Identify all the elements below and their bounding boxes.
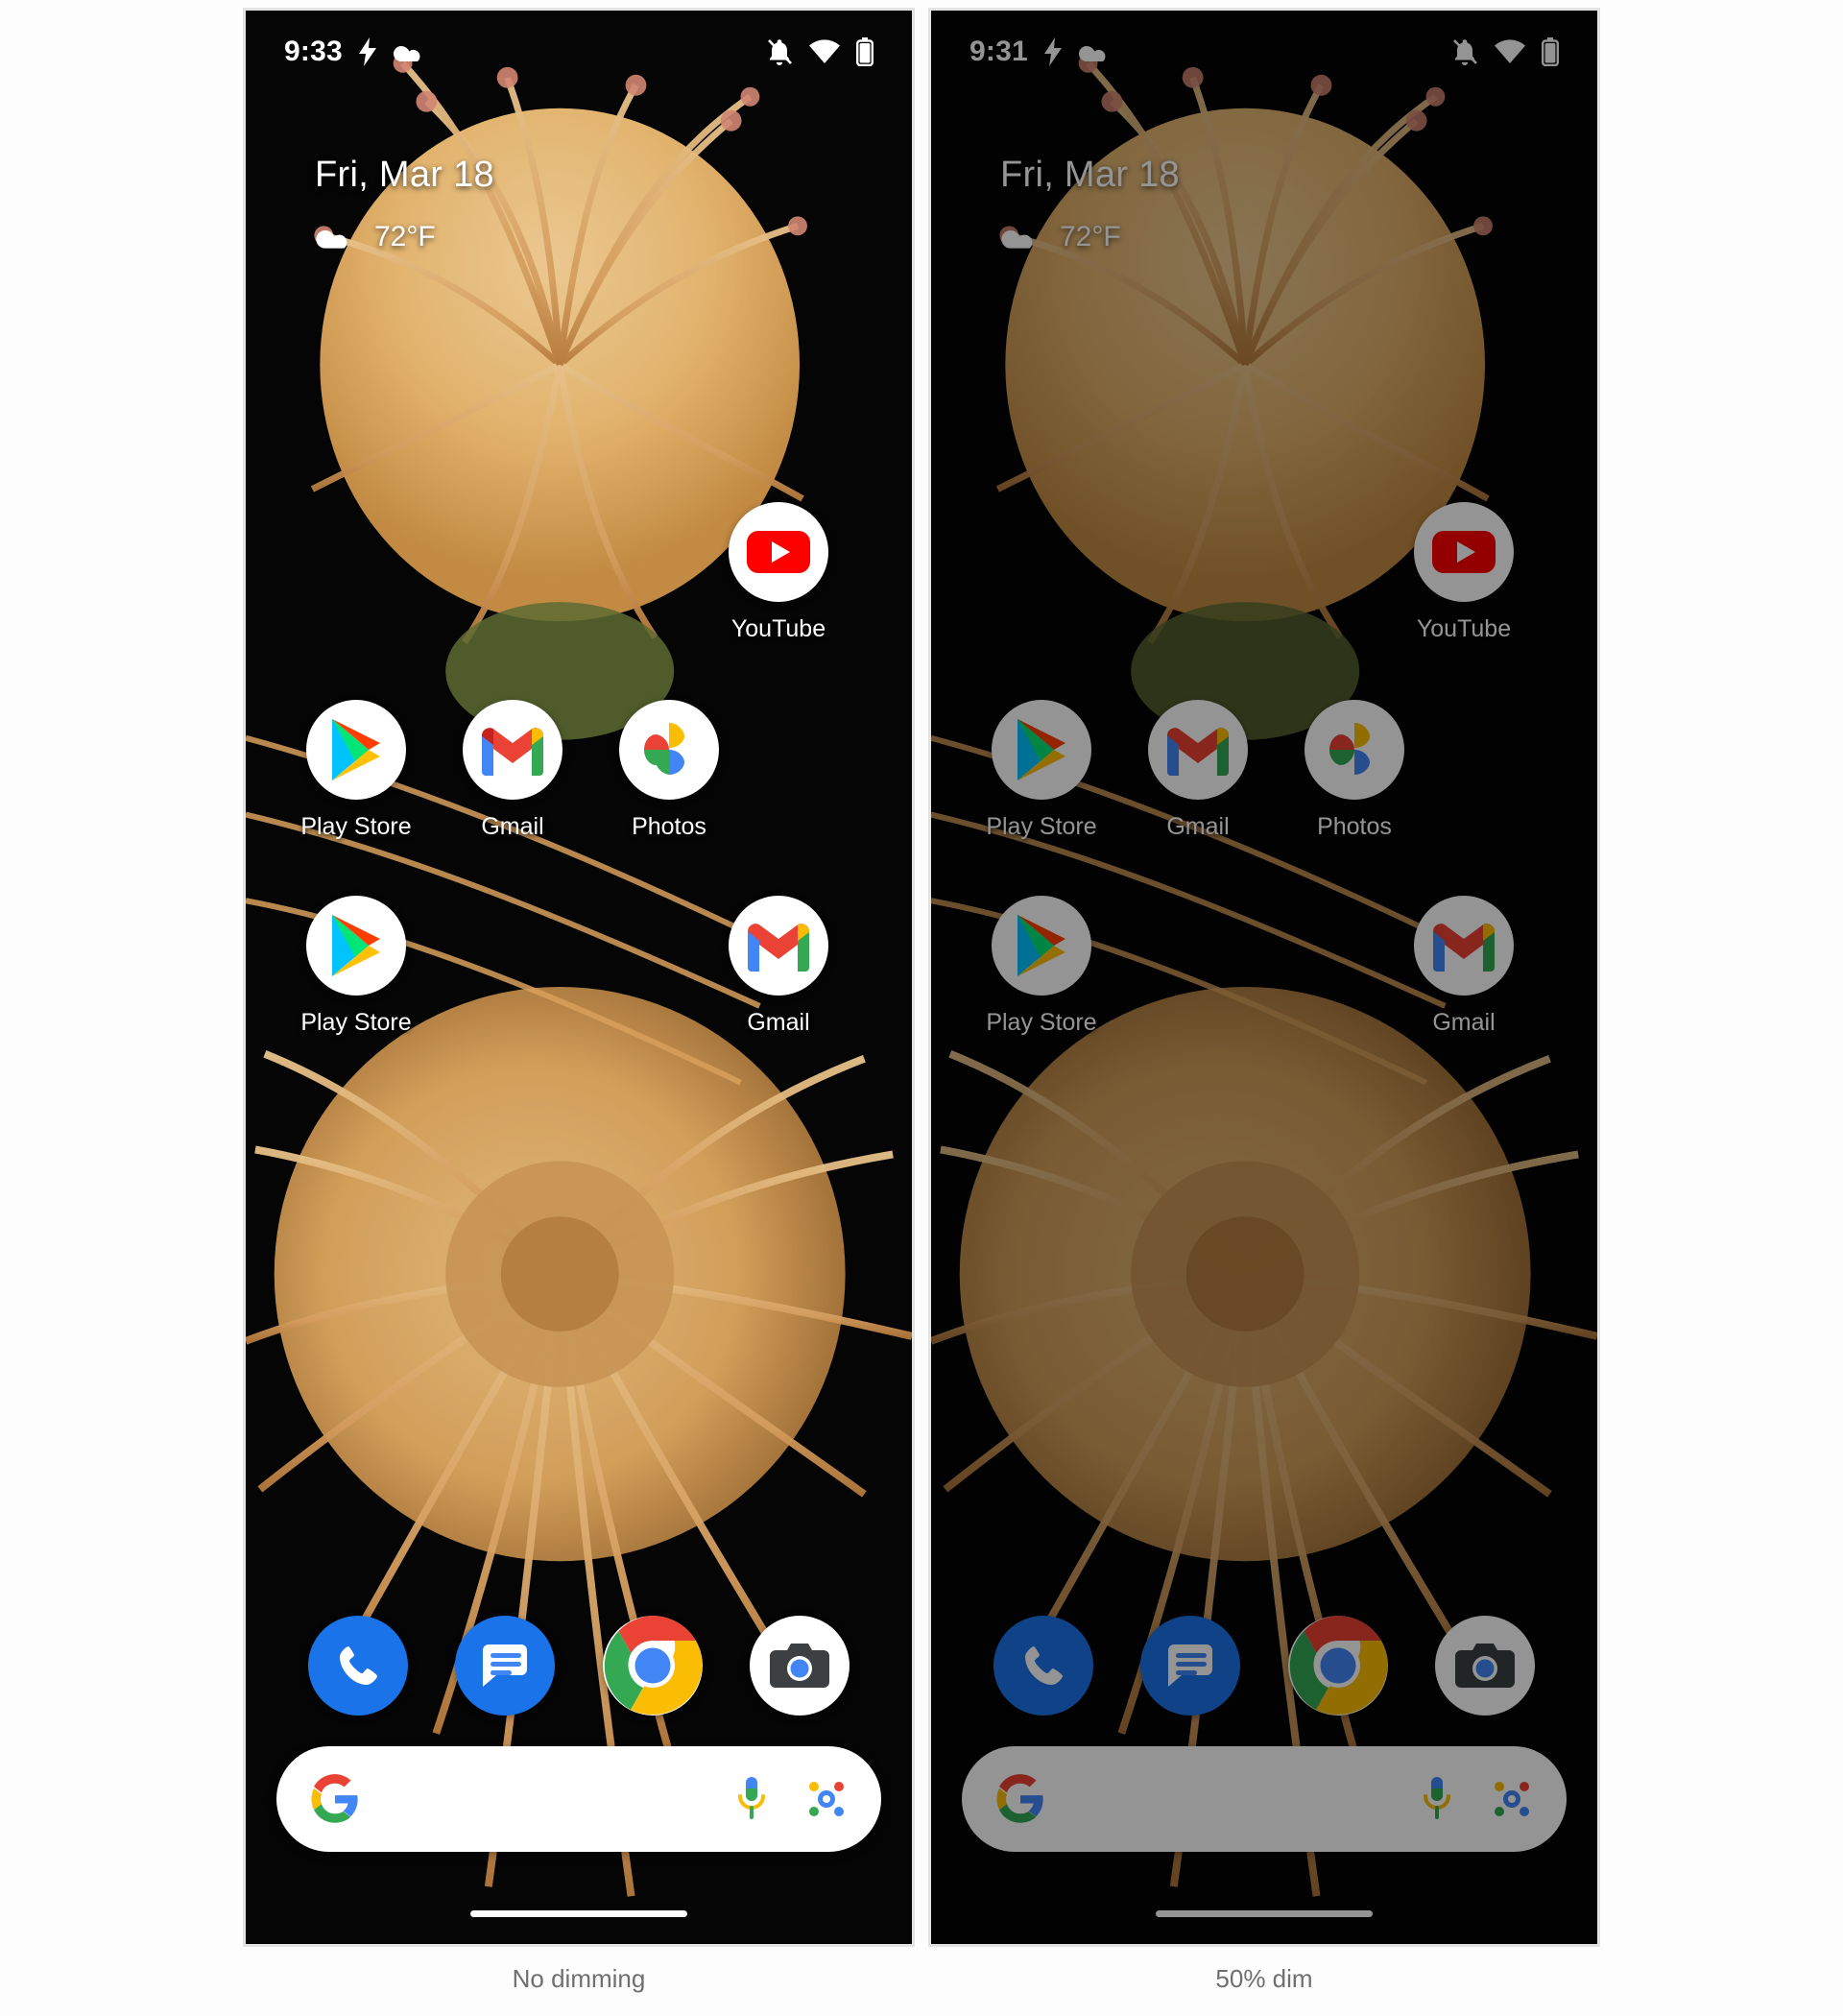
play-store-icon-wrap	[306, 700, 406, 800]
play-store-icon	[1017, 719, 1065, 780]
play-store-icon-wrap	[992, 896, 1091, 996]
panel-caption: No dimming	[512, 1964, 646, 1993]
youtube-icon-wrap	[1414, 502, 1514, 602]
play-store-icon	[332, 719, 380, 780]
dock-icon-messages[interactable]	[455, 1616, 556, 1716]
gmail-icon-wrap	[463, 700, 562, 800]
photos-icon	[1329, 723, 1370, 775]
gmail-icon	[1167, 728, 1229, 776]
google-g-icon	[311, 1774, 358, 1823]
photos-icon	[644, 723, 684, 775]
navigation-gesture-bar[interactable]	[470, 1910, 687, 1917]
photos-icon-wrap	[1304, 700, 1404, 800]
chrome-icon	[1287, 1616, 1388, 1716]
phone-screen-no-dimming[interactable]: 9:33 Fri, Mar 18 72°F YouTube Play Store…	[243, 8, 915, 1947]
panel-container: 9:33 Fri, Mar 18 72°F YouTube Play Store…	[243, 0, 1600, 1994]
app-icon-play-store-2[interactable]: Play Store	[277, 896, 435, 1037]
dock-icon-camera[interactable]	[1435, 1616, 1536, 1716]
play-store-icon	[1017, 915, 1065, 976]
chrome-icon	[602, 1616, 703, 1716]
dock-icon-chrome[interactable]	[1287, 1616, 1388, 1716]
app-icon-photos[interactable]: Photos	[590, 700, 748, 841]
dock-icon-phone[interactable]	[993, 1616, 1093, 1716]
play-store-icon-wrap	[306, 896, 406, 996]
camera-icon	[1455, 1644, 1516, 1688]
search-actions	[1419, 1775, 1534, 1823]
app-label: Photos	[1317, 813, 1392, 840]
dock-icon-phone[interactable]	[307, 1616, 408, 1716]
dock-icon-camera[interactable]	[750, 1616, 850, 1716]
app-label: Gmail	[1432, 1009, 1496, 1036]
gmail-icon-wrap	[1148, 700, 1248, 800]
app-icon-play-store[interactable]: Play Store	[277, 700, 435, 841]
messages-icon	[483, 1644, 528, 1687]
dock	[246, 1616, 912, 1716]
youtube-icon	[1432, 531, 1496, 573]
dock	[931, 1616, 1597, 1716]
search-actions	[733, 1775, 849, 1823]
phone-icon	[1024, 1646, 1063, 1685]
dock-icon-messages[interactable]	[1140, 1616, 1241, 1716]
dimming-comparison-figure: 9:33 Fri, Mar 18 72°F YouTube Play Store…	[0, 0, 1843, 2016]
play-store-icon-wrap	[992, 700, 1091, 800]
phone-icon	[339, 1646, 377, 1685]
app-label: YouTube	[1416, 615, 1512, 642]
app-icon-gmail[interactable]: Gmail	[434, 700, 591, 841]
photos-icon-wrap	[619, 700, 719, 800]
app-label: Play Store	[986, 1009, 1097, 1036]
navigation-gesture-bar[interactable]	[1156, 1910, 1373, 1917]
gmail-icon-wrap	[729, 896, 828, 996]
app-label: Play Store	[986, 813, 1097, 840]
panel-no-dimming: 9:33 Fri, Mar 18 72°F YouTube Play Store…	[243, 8, 915, 1994]
app-icon-play-store[interactable]: Play Store	[963, 700, 1120, 841]
app-icon-youtube[interactable]: YouTube	[700, 502, 857, 643]
app-label: YouTube	[730, 615, 826, 642]
app-icon-gmail[interactable]: Gmail	[1119, 700, 1277, 841]
youtube-icon	[747, 531, 810, 573]
google-search-bar[interactable]	[962, 1746, 1567, 1852]
dock-icon-chrome[interactable]	[602, 1616, 703, 1716]
play-store-icon	[332, 915, 380, 976]
microphone-icon[interactable]	[733, 1775, 770, 1823]
app-icon-gmail-2[interactable]: Gmail	[700, 896, 857, 1037]
google-lens-icon[interactable]	[804, 1777, 849, 1821]
gmail-icon	[1433, 924, 1495, 972]
panel-caption: 50% dim	[1215, 1964, 1313, 1993]
phone-screen-50-dim[interactable]: 9:31 Fri, Mar 18 72°F YouTube Play Store…	[928, 8, 1600, 1947]
app-label: Gmail	[747, 1009, 810, 1036]
camera-icon	[770, 1644, 830, 1688]
panel-50-dim: 9:31 Fri, Mar 18 72°F YouTube Play Store…	[928, 8, 1600, 1994]
gmail-icon-wrap	[1414, 896, 1514, 996]
app-label: Gmail	[1166, 813, 1230, 840]
app-icon-gmail-2[interactable]: Gmail	[1385, 896, 1543, 1037]
google-g-icon	[996, 1774, 1043, 1823]
app-label: Photos	[632, 813, 706, 840]
app-icon-photos[interactable]: Photos	[1276, 700, 1433, 841]
google-lens-icon[interactable]	[1490, 1777, 1534, 1821]
gmail-icon	[482, 728, 543, 776]
google-search-bar[interactable]	[276, 1746, 881, 1852]
app-label: Gmail	[481, 813, 544, 840]
gmail-icon	[748, 924, 809, 972]
app-label: Play Store	[300, 1009, 412, 1036]
app-icon-play-store-2[interactable]: Play Store	[963, 896, 1120, 1037]
messages-icon	[1168, 1644, 1213, 1687]
app-label: Play Store	[300, 813, 412, 840]
app-icon-youtube[interactable]: YouTube	[1385, 502, 1543, 643]
microphone-icon[interactable]	[1419, 1775, 1455, 1823]
youtube-icon-wrap	[729, 502, 828, 602]
